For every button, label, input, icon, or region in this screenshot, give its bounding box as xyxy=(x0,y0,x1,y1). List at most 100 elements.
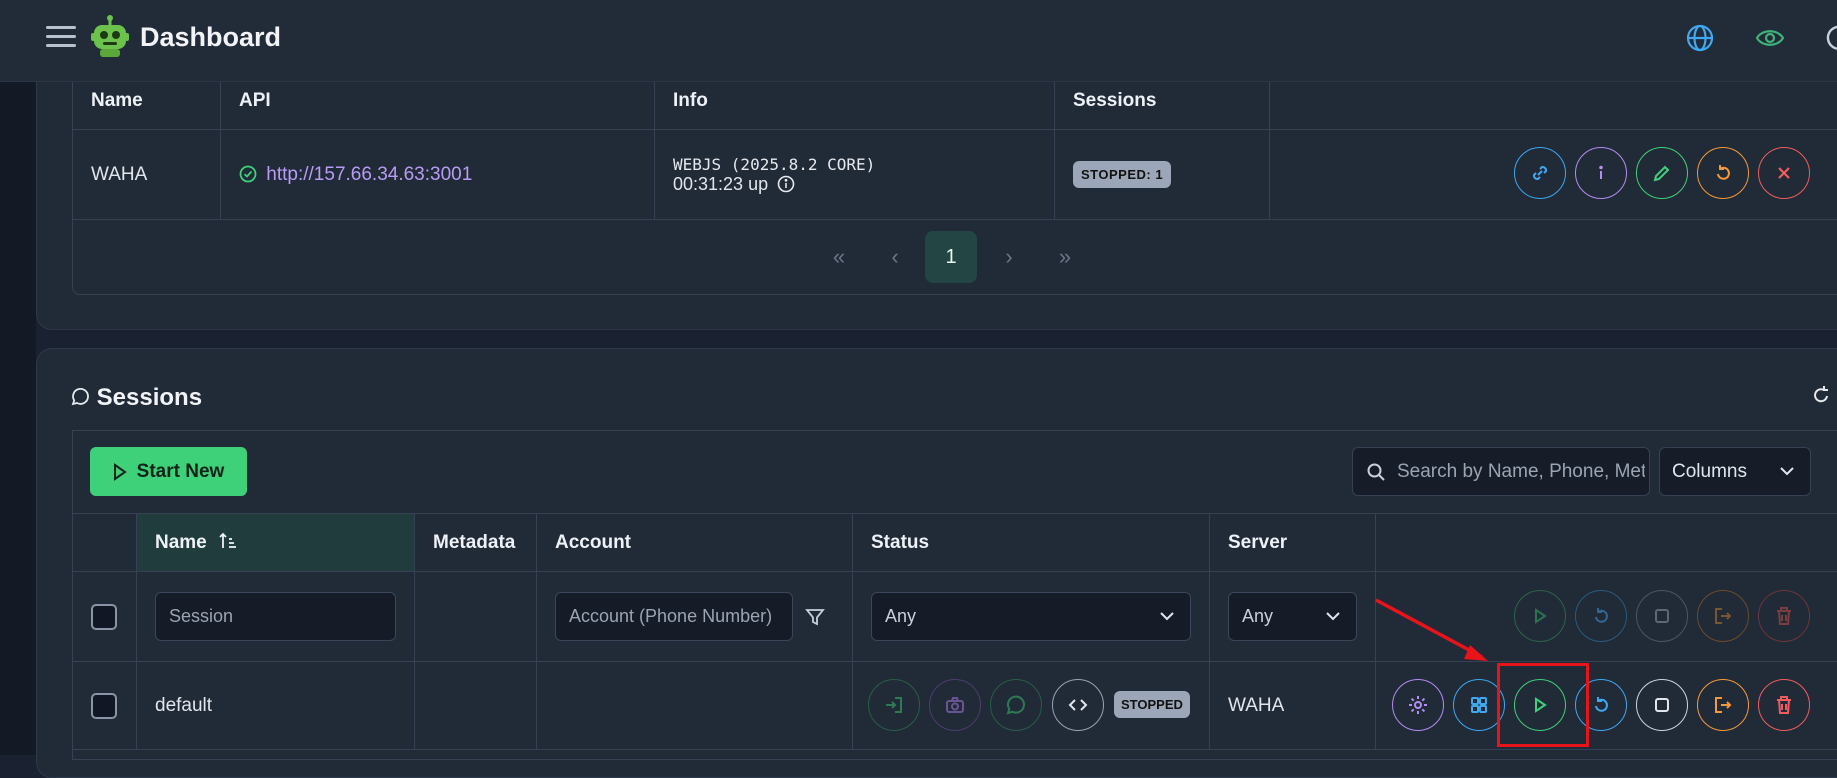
column-header-account[interactable]: Account xyxy=(537,514,853,572)
refresh-icon xyxy=(1712,162,1734,184)
code-button[interactable] xyxy=(1052,679,1104,731)
eye-icon[interactable] xyxy=(1754,22,1786,54)
camera-icon xyxy=(944,694,966,716)
remove-button[interactable] xyxy=(1758,147,1810,199)
table-header-row: Name Metadata Account Status Server xyxy=(73,514,1837,572)
info-icon[interactable] xyxy=(777,175,795,193)
link-icon xyxy=(1529,162,1551,184)
columns-select[interactable]: Columns xyxy=(1659,447,1811,496)
top-bar: Dashboard xyxy=(0,0,1837,82)
account-filter-input[interactable]: Account (Phone Number) xyxy=(555,592,793,641)
trash-icon xyxy=(1773,605,1795,627)
status-badge: STOPPED xyxy=(1114,691,1190,718)
chevron-down-icon xyxy=(1324,609,1342,623)
delete-session-button[interactable] xyxy=(1758,679,1810,731)
menu-icon[interactable] xyxy=(46,26,76,50)
server-engine: WEBJS (2025.8.2 CORE) xyxy=(673,155,1036,174)
annotation-arrow-icon xyxy=(1370,595,1500,665)
connect-button[interactable] xyxy=(1514,147,1566,199)
page-1-button[interactable]: 1 xyxy=(925,231,977,283)
login-icon xyxy=(883,694,905,716)
logout-icon xyxy=(1712,605,1734,627)
pencil-icon xyxy=(1651,162,1673,184)
bulk-delete-button[interactable] xyxy=(1758,590,1810,642)
globe-icon[interactable] xyxy=(1684,22,1716,54)
reload-icon[interactable] xyxy=(1810,384,1832,406)
stop-session-button[interactable] xyxy=(1636,679,1688,731)
bulk-restart-button[interactable] xyxy=(1575,590,1627,642)
filter-select-cell xyxy=(73,572,137,662)
filter-status-cell: Any xyxy=(853,572,1210,662)
first-page-button[interactable]: « xyxy=(813,231,865,283)
info-button[interactable] xyxy=(1575,147,1627,199)
whatsapp-icon xyxy=(70,387,90,407)
column-header-status[interactable]: Status xyxy=(853,514,1210,572)
row-checkbox[interactable] xyxy=(91,693,117,719)
server-filter-select[interactable]: Any xyxy=(1228,592,1357,641)
code-icon xyxy=(1067,694,1089,716)
edit-button[interactable] xyxy=(1636,147,1688,199)
login-button[interactable] xyxy=(868,679,920,731)
status-filter-select[interactable]: Any xyxy=(871,592,1191,641)
select-column-header xyxy=(73,514,137,572)
filter-row: Session Account (Phone Number) Any Any xyxy=(73,572,1837,662)
page-title: Dashboard xyxy=(140,22,281,53)
filter-icon[interactable] xyxy=(805,607,825,627)
chevron-down-icon xyxy=(1158,609,1176,623)
bulk-start-button[interactable] xyxy=(1514,590,1566,642)
start-new-button[interactable]: Start New xyxy=(90,447,247,496)
column-header-name[interactable]: Name xyxy=(137,514,415,572)
theme-toggle-icon[interactable] xyxy=(1822,22,1837,54)
filter-session-cell: Session xyxy=(137,572,415,662)
sessions-search xyxy=(1352,447,1650,496)
table-row: WAHA http://157.66.34.63:3001 WEBJS (202… xyxy=(73,130,1837,220)
last-page-button[interactable]: » xyxy=(1039,231,1091,283)
settings-button[interactable] xyxy=(1392,679,1444,731)
session-name: default xyxy=(137,662,415,750)
stop-icon xyxy=(1651,694,1673,716)
restart-icon xyxy=(1590,694,1612,716)
screenshot-button[interactable] xyxy=(929,679,981,731)
stop-icon xyxy=(1651,605,1673,627)
select-all-checkbox[interactable] xyxy=(91,604,117,630)
row-select-cell xyxy=(73,662,137,750)
play-icon xyxy=(113,463,127,481)
search-input[interactable] xyxy=(1397,448,1645,495)
server-api-cell: http://157.66.34.63:3001 xyxy=(221,130,655,220)
logout-session-button[interactable] xyxy=(1697,679,1749,731)
search-icon xyxy=(1366,462,1386,482)
next-page-button[interactable]: › xyxy=(983,231,1035,283)
session-metadata xyxy=(415,662,537,750)
trash-icon xyxy=(1773,694,1795,716)
info-letter-icon xyxy=(1590,162,1612,184)
robot-logo-icon xyxy=(90,14,130,58)
check-circle-icon xyxy=(239,165,257,183)
restart-icon xyxy=(1590,605,1612,627)
whatsapp-icon xyxy=(1005,694,1027,716)
bulk-stop-button[interactable] xyxy=(1636,590,1688,642)
chat-button[interactable] xyxy=(990,679,1042,731)
filter-server-cell: Any xyxy=(1210,572,1376,662)
sidebar-strip xyxy=(0,82,36,755)
logout-icon xyxy=(1712,694,1734,716)
server-api-link[interactable]: http://157.66.34.63:3001 xyxy=(266,164,472,185)
server-name: WAHA xyxy=(73,130,221,220)
servers-table: Name API Info Sessions WAHA http://157.6… xyxy=(72,72,1837,220)
column-header-metadata[interactable]: Metadata xyxy=(415,514,537,572)
close-icon xyxy=(1773,162,1795,184)
bulk-logout-button[interactable] xyxy=(1697,590,1749,642)
filter-metadata-cell xyxy=(415,572,537,662)
server-sessions-cell: STOPPED: 1 xyxy=(1055,130,1270,220)
column-header-server[interactable]: Server xyxy=(1210,514,1376,572)
pagination: « ‹ 1 › » xyxy=(72,219,1837,295)
prev-page-button[interactable]: ‹ xyxy=(869,231,921,283)
session-filter-input[interactable]: Session xyxy=(155,592,396,641)
session-account xyxy=(537,662,853,750)
annotation-highlight-box xyxy=(1497,663,1589,747)
gear-icon xyxy=(1407,694,1429,716)
session-server: WAHA xyxy=(1210,662,1376,750)
status-badge: STOPPED: 1 xyxy=(1073,161,1171,188)
refresh-button[interactable] xyxy=(1697,147,1749,199)
server-uptime: 00:31:23 up xyxy=(673,174,768,194)
filter-account-cell: Account (Phone Number) xyxy=(537,572,853,662)
